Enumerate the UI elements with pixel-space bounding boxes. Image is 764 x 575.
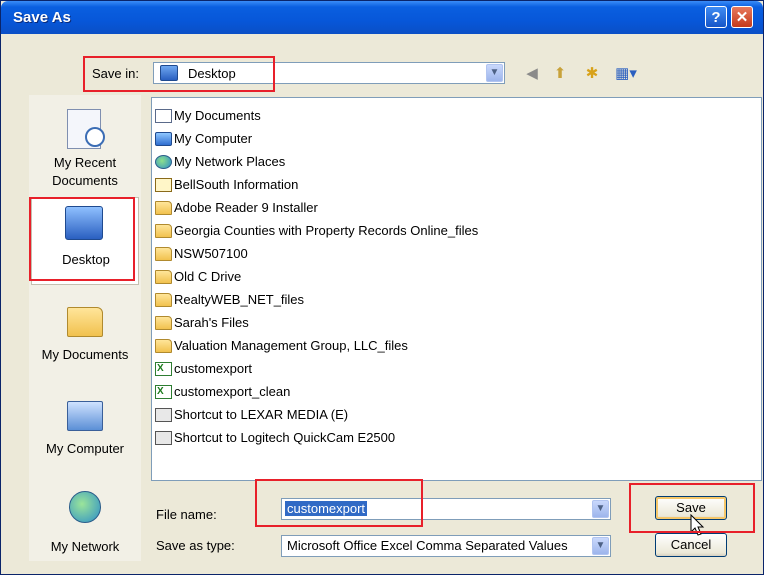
annotation-box-save-in [83, 56, 275, 92]
place-label: Documents [52, 173, 118, 188]
my-documents-icon [155, 108, 172, 123]
my-computer-icon [67, 401, 103, 431]
chevron-down-icon[interactable]: ▼ [592, 500, 609, 518]
up-folder-icon[interactable]: ⬆ [549, 63, 571, 85]
list-item[interactable]: Old C Drive [155, 267, 241, 287]
save-as-type-dropdown[interactable]: Microsoft Office Excel Comma Separated V… [281, 535, 611, 557]
place-label: My Computer [45, 441, 125, 456]
folder-icon [155, 315, 172, 330]
list-item[interactable]: Adobe Reader 9 Installer [155, 198, 318, 218]
list-item[interactable]: BellSouth Information [155, 175, 298, 195]
list-item[interactable]: Georgia Counties with Property Records O… [155, 221, 478, 241]
place-my-computer[interactable]: My Computer [29, 393, 141, 473]
list-item[interactable]: customexport_clean [155, 382, 290, 402]
file-name: Shortcut to Logitech QuickCam E2500 [174, 430, 396, 445]
chevron-down-icon[interactable]: ▼ [592, 537, 609, 555]
annotation-box-desktop [29, 197, 135, 281]
close-button[interactable]: ✕ [731, 6, 753, 28]
new-folder-icon[interactable]: ✱ [581, 63, 603, 85]
clock-icon [85, 127, 105, 147]
file-name: My Network Places [174, 154, 286, 169]
annotation-box-save [629, 483, 755, 533]
file-name: Georgia Counties with Property Records O… [174, 223, 479, 238]
list-item[interactable]: Shortcut to Logitech QuickCam E2500 [155, 428, 395, 448]
chevron-down-icon[interactable]: ▼ [486, 64, 503, 82]
folder-icon [155, 338, 172, 353]
shortcut-icon [155, 430, 172, 445]
window-title: Save As [13, 9, 71, 26]
back-icon[interactable]: ◀ [521, 63, 543, 85]
list-item[interactable]: Valuation Management Group, LLC_files [155, 336, 408, 356]
file-name-label: File name: [156, 507, 217, 522]
list-item[interactable]: My Documents [155, 106, 261, 126]
list-item[interactable]: My Network Places [155, 152, 285, 172]
info-shortcut-icon [155, 177, 172, 192]
file-name: Shortcut to LEXAR MEDIA (E) [174, 407, 349, 422]
file-name: NSW507100 [174, 246, 248, 261]
shortcut-icon [155, 407, 172, 422]
excel-file-icon [155, 382, 172, 402]
file-name: Old C Drive [174, 269, 242, 284]
save-as-type-label: Save as type: [156, 538, 235, 553]
file-name: Adobe Reader 9 Installer [174, 200, 318, 215]
list-item[interactable]: NSW507100 [155, 244, 248, 264]
save-as-dialog: Save As ? ✕ Save in: Desktop ▼ ◀ ⬆ ✱ ▦▾ … [0, 0, 764, 575]
folder-icon [155, 246, 172, 261]
help-button[interactable]: ? [705, 6, 727, 28]
file-name: My Computer [174, 131, 253, 146]
place-label: My Network [50, 539, 120, 554]
network-icon [155, 154, 172, 169]
file-name: customexport [174, 361, 253, 376]
annotation-box-file-name [255, 479, 423, 527]
place-my-recent-documents[interactable]: My Recent Documents [29, 101, 141, 197]
list-item[interactable]: Sarah's Files [155, 313, 249, 333]
file-name: Sarah's Files [174, 315, 249, 330]
place-label: My Recent [53, 155, 117, 170]
my-network-icon [69, 491, 101, 523]
list-item[interactable]: Shortcut to LEXAR MEDIA (E) [155, 405, 348, 425]
folder-icon [155, 269, 172, 284]
my-documents-icon [67, 307, 103, 337]
folder-icon [155, 223, 172, 238]
folder-icon [155, 200, 172, 215]
list-item[interactable]: customexport [155, 359, 252, 379]
save-as-type-value: Microsoft Office Excel Comma Separated V… [287, 538, 568, 553]
file-name: Valuation Management Group, LLC_files [174, 338, 408, 353]
title-bar[interactable]: Save As ? ✕ [1, 1, 763, 34]
excel-file-icon [155, 359, 172, 379]
file-name: BellSouth Information [174, 177, 299, 192]
folder-icon [155, 292, 172, 307]
file-name: RealtyWEB_NET_files [174, 292, 305, 307]
file-name: My Documents [174, 108, 261, 123]
list-item[interactable]: My Computer [155, 129, 252, 149]
place-my-documents[interactable]: My Documents [29, 299, 141, 379]
list-item[interactable]: RealtyWEB_NET_files [155, 290, 304, 310]
file-list[interactable]: My Documents My Computer My Network Plac… [151, 97, 762, 481]
views-menu-icon[interactable]: ▦▾ [611, 63, 641, 85]
file-name: customexport_clean [174, 384, 291, 399]
place-label: My Documents [41, 347, 129, 362]
my-computer-icon [155, 131, 172, 146]
place-my-network[interactable]: My Network [29, 485, 141, 561]
